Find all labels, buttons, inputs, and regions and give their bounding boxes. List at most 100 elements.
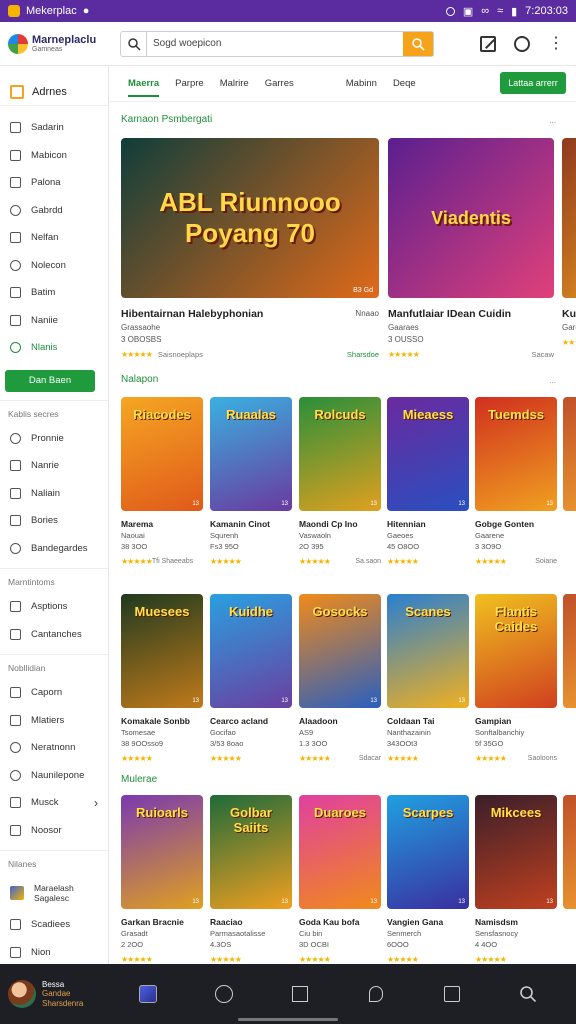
section-more-link[interactable]: ... (549, 376, 556, 385)
search-input[interactable] (147, 31, 403, 56)
sidebar-item[interactable]: Bandegardes (0, 535, 108, 563)
game-title[interactable]: Vangien Gana (387, 917, 469, 927)
game-cover-image[interactable]: Gosocks 13 (299, 594, 381, 708)
compass-icon[interactable] (213, 983, 235, 1005)
game-cover-image[interactable]: Viadentis (388, 138, 554, 298)
sidebar-item[interactable]: Nolecon (0, 252, 108, 280)
game-card[interactable]: Tuemdss 13 Gobge Gonten Gaarene 3 3O9O ★… (475, 397, 557, 566)
game-cover-image[interactable] (562, 138, 576, 298)
game-title[interactable]: Manfutlaiar IDean Cuidin (388, 308, 554, 320)
sidebar-item[interactable]: Musck › (0, 789, 108, 817)
game-cover-image[interactable] (563, 795, 576, 909)
game-title[interactable]: Gobge Gonten (475, 519, 557, 529)
game-title[interactable]: Komakale Sonbb (121, 716, 203, 726)
game-card[interactable]: Riacodes 13 Marema Naouai 38 3OO ★★★★★ T… (121, 397, 203, 566)
library-icon[interactable] (137, 983, 159, 1005)
game-title[interactable]: Hitennian (387, 519, 469, 529)
sidebar-item[interactable]: Mlatiers (0, 707, 108, 735)
game-card-partial[interactable] (563, 397, 576, 511)
game-cover-image[interactable]: Flantis Caides (475, 594, 557, 708)
game-cover-image[interactable]: Muesees 13 (121, 594, 203, 708)
sidebar-item[interactable]: Naniie (0, 307, 108, 335)
game-card[interactable]: Gosocks 13 Alaadoon AS9 1.3 3OO ★★★★★ Sd… (299, 594, 381, 763)
game-cover-image[interactable]: Golbar Saiits 13 (210, 795, 292, 909)
game-title[interactable]: Cearco acland (210, 716, 292, 726)
sidebar-item[interactable]: Mabicon (0, 142, 108, 170)
game-card[interactable]: Kuidhe 13 Cearco acland Gocifao 3/53 8oa… (210, 594, 292, 763)
sidebar-header[interactable]: Adrnes (0, 66, 108, 106)
brand[interactable]: Marneplaclu Gamneas (0, 33, 110, 54)
game-cover-image[interactable]: Scarpes 13 (387, 795, 469, 909)
sidebar-item[interactable]: Palona (0, 169, 108, 197)
location-pin-icon[interactable] (365, 983, 387, 1005)
search-button[interactable] (403, 31, 433, 56)
game-cover-image[interactable]: Ruioarls 13 (121, 795, 203, 909)
section-more-link[interactable]: ... (549, 116, 556, 125)
game-card[interactable]: Golbar Saiits 13 Raaciao Parmasaotalisse… (210, 795, 292, 964)
game-cover-image[interactable]: Rolcuds 13 (299, 397, 381, 511)
tab[interactable]: Garres (265, 78, 294, 89)
tab[interactable]: Parpre (175, 78, 204, 89)
game-cover-image[interactable]: Mikcees 13 (475, 795, 557, 909)
more-vertical-icon[interactable]: ⋮ (548, 35, 564, 52)
avatar[interactable] (8, 980, 36, 1008)
edit-icon[interactable] (480, 35, 496, 52)
sidebar-item[interactable]: Nanrie (0, 452, 108, 480)
game-title[interactable]: Marema (121, 519, 203, 529)
sidebar-item[interactable]: Caporn (0, 679, 108, 707)
game-card[interactable]: Flantis Caides Gampian Sonftalbanchiy 5f… (475, 594, 557, 763)
game-title[interactable]: Gampian (475, 716, 557, 726)
sidebar-item[interactable]: Noosor (0, 817, 108, 845)
game-cover-image[interactable]: Ruaalas 13 (210, 397, 292, 511)
game-title[interactable]: Namisdsm (475, 917, 557, 927)
game-card[interactable]: Ruioarls 13 Garkan Bracnie Grasadt 2 2OO… (121, 795, 203, 964)
game-title[interactable]: Kamanin Cinot (210, 519, 292, 529)
tab[interactable]: Malrire (220, 78, 249, 89)
game-cover-image[interactable]: Riacodes 13 (121, 397, 203, 511)
sidebar-cta-button[interactable]: Dan Baen (5, 369, 95, 392)
user-profile[interactable]: Bessa Gandae Sharsdenra (0, 964, 110, 1024)
search-icon[interactable] (517, 983, 539, 1005)
sidebar-item[interactable]: Nion (0, 939, 108, 967)
sidebar-item[interactable]: Batim (0, 279, 108, 307)
tab-bar-action-button[interactable]: Lattaa arrerr (500, 72, 566, 94)
game-title[interactable]: Kur (562, 308, 576, 320)
featured-game-card[interactable]: Kur Garca ★★★★★ (562, 138, 576, 370)
game-cover-image[interactable]: Tuemdss 13 (475, 397, 557, 511)
apps-icon[interactable] (289, 983, 311, 1005)
game-card[interactable]: Duaroes 13 Goda Kau bofa Ciu bin 3D OCBI… (299, 795, 381, 964)
sidebar-item[interactable]: Neratnonn (0, 734, 108, 762)
game-title[interactable]: Maondi Cp Ino (299, 519, 381, 529)
sidebar-item[interactable]: Maraelash Sagalesc (0, 875, 108, 911)
game-card[interactable]: Scanes 13 Coldaan Tai Nanthazainin 343OO… (387, 594, 469, 763)
game-cover-image[interactable]: Scanes 13 (387, 594, 469, 708)
game-card-partial[interactable] (563, 594, 576, 708)
game-title[interactable]: Alaadoon (299, 716, 381, 726)
game-card[interactable]: Muesees 13 Komakale Sonbb Tsomesae 38 9O… (121, 594, 203, 763)
game-card[interactable]: Ruaalas 13 Kamanin Cinot Squrenh Fs3 95O… (210, 397, 292, 566)
tab[interactable]: Maerra (128, 78, 160, 97)
game-card[interactable]: Mikcees 13 Namisdsm Sensfasnocy 4 4OO ★★… (475, 795, 557, 964)
sidebar-item[interactable]: Naunilepone (0, 762, 108, 790)
game-card[interactable]: Scarpes 13 Vangien Gana Senmerch 6OOO ★★… (387, 795, 469, 964)
game-cover-image[interactable]: Kuidhe 13 (210, 594, 292, 708)
game-cover-image[interactable]: Duaroes 13 (299, 795, 381, 909)
sidebar-item[interactable]: Nelfan (0, 224, 108, 252)
game-cover-image[interactable] (563, 397, 576, 511)
sidebar-item[interactable]: Bories (0, 507, 108, 535)
game-cover-image[interactable] (563, 594, 576, 708)
game-title[interactable]: Garkan Bracnie (121, 917, 203, 927)
game-title[interactable]: Hibentairnan Halebyphonian (121, 308, 379, 320)
tablet-icon[interactable] (441, 983, 463, 1005)
sidebar-item[interactable]: Cantanches (0, 621, 108, 649)
sidebar-item[interactable]: Scadiees (0, 911, 108, 939)
history-icon[interactable] (514, 35, 530, 52)
game-cover-image[interactable]: Mieaess 13 (387, 397, 469, 511)
sidebar-item[interactable]: Pronnie (0, 425, 108, 453)
game-title[interactable]: Coldaan Tai (387, 716, 469, 726)
tab[interactable]: Deqe (393, 78, 416, 89)
game-title[interactable]: Goda Kau bofa (299, 917, 381, 927)
search-icon[interactable] (121, 31, 147, 56)
game-card[interactable]: Mieaess 13 Hitennian Gaeoes 45 O8OO ★★★★… (387, 397, 469, 566)
featured-game-card[interactable]: ABL Riunnooo Poyang 70 B3 Gd Hibentairna… (121, 138, 379, 370)
